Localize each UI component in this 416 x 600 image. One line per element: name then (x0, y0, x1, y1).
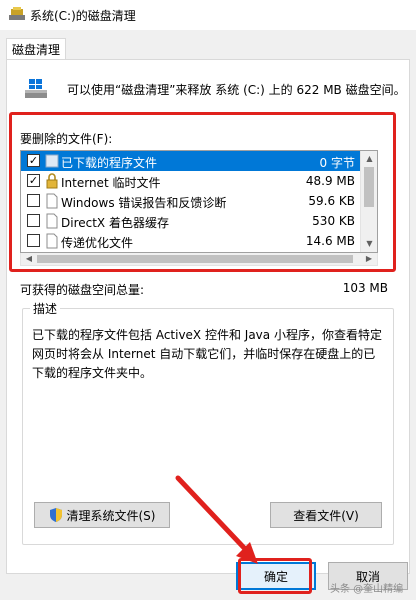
clean-system-files-label: 清理系统文件(S) (66, 508, 156, 523)
disk-cleanup-icon (9, 7, 25, 20)
ok-button[interactable]: 确定 (236, 562, 316, 590)
window-title: 系统(C:)的磁盘清理 (30, 9, 136, 23)
file-size: 59.6 KB (308, 194, 355, 208)
scroll-down-icon[interactable]: ▼ (361, 236, 377, 252)
list-item[interactable]: ✓ 已下载的程序文件 0 字节 (21, 151, 361, 171)
file-icon (46, 193, 58, 209)
folder-icon (45, 154, 59, 168)
file-size: 48.9 MB (305, 174, 355, 188)
tab-disk-cleanup[interactable]: 磁盘清理 (6, 38, 66, 60)
scroll-left-icon[interactable]: ◀ (21, 253, 37, 265)
scroll-thumb[interactable] (37, 255, 353, 263)
file-name: Windows 错误报告和反馈诊断 (61, 196, 227, 210)
list-item[interactable]: DirectX 着色器缓存 530 KB (21, 211, 361, 231)
watermark: 头条 @奎山精编 (330, 584, 404, 595)
lock-icon (46, 173, 58, 189)
dialog-body: 磁盘清理 可以使用“磁盘清理”来释放 系统 (C:) 上的 622 MB 磁盘空… (0, 30, 416, 600)
checkbox[interactable] (27, 214, 40, 227)
checkbox[interactable]: ✓ (27, 154, 40, 167)
scroll-up-icon[interactable]: ▲ (361, 151, 377, 167)
file-name: DirectX 着色器缓存 (61, 216, 169, 230)
total-space-value: 103 MB (342, 281, 388, 295)
intro-text: 可以使用“磁盘清理”来释放 系统 (C:) 上的 622 MB 磁盘空间。 (67, 83, 406, 97)
vertical-scrollbar[interactable]: ▲ ▼ (360, 151, 377, 252)
list-item[interactable]: Windows 错误报告和反馈诊断 59.6 KB (21, 191, 361, 211)
file-size: 0 字节 (319, 156, 355, 170)
scroll-thumb[interactable] (364, 167, 374, 207)
file-name: Internet 临时文件 (61, 176, 161, 190)
shield-icon (49, 508, 62, 522)
title-bar: 系统(C:)的磁盘清理 (0, 0, 416, 30)
clean-system-files-button[interactable]: 清理系统文件(S) (34, 502, 170, 528)
checkbox[interactable]: ✓ (27, 174, 40, 187)
list-item[interactable]: ✓ Internet 临时文件 48.9 MB (21, 171, 361, 191)
tab-label: 磁盘清理 (11, 43, 60, 57)
description-title: 描述 (30, 300, 61, 317)
file-icon (46, 233, 58, 249)
description-text: 已下载的程序文件包括 ActiveX 控件和 Java 小程序，你查看特定网页时… (32, 328, 382, 380)
view-files-button[interactable]: 查看文件(V) (270, 502, 382, 528)
files-label: 要删除的文件(F): (20, 132, 113, 146)
view-files-label: 查看文件(V) (293, 508, 359, 523)
file-name: 传递优化文件 (61, 236, 134, 250)
files-list[interactable]: ✓ 已下载的程序文件 0 字节 ✓ Internet 临时文件 48.9 MB … (20, 150, 378, 253)
file-icon (46, 213, 58, 229)
list-item[interactable]: 传递优化文件 14.6 MB (21, 231, 361, 251)
checkbox[interactable] (27, 194, 40, 207)
drive-icon (25, 79, 47, 98)
scroll-right-icon[interactable]: ▶ (361, 253, 377, 265)
horizontal-scrollbar[interactable]: ◀ ▶ (20, 253, 378, 266)
file-size: 14.6 MB (305, 234, 355, 248)
ok-label: 确定 (263, 569, 288, 584)
checkbox[interactable] (27, 234, 40, 247)
total-space-label: 可获得的磁盘空间总量: (20, 283, 145, 297)
file-name: 已下载的程序文件 (61, 156, 158, 170)
file-size: 530 KB (312, 214, 355, 228)
